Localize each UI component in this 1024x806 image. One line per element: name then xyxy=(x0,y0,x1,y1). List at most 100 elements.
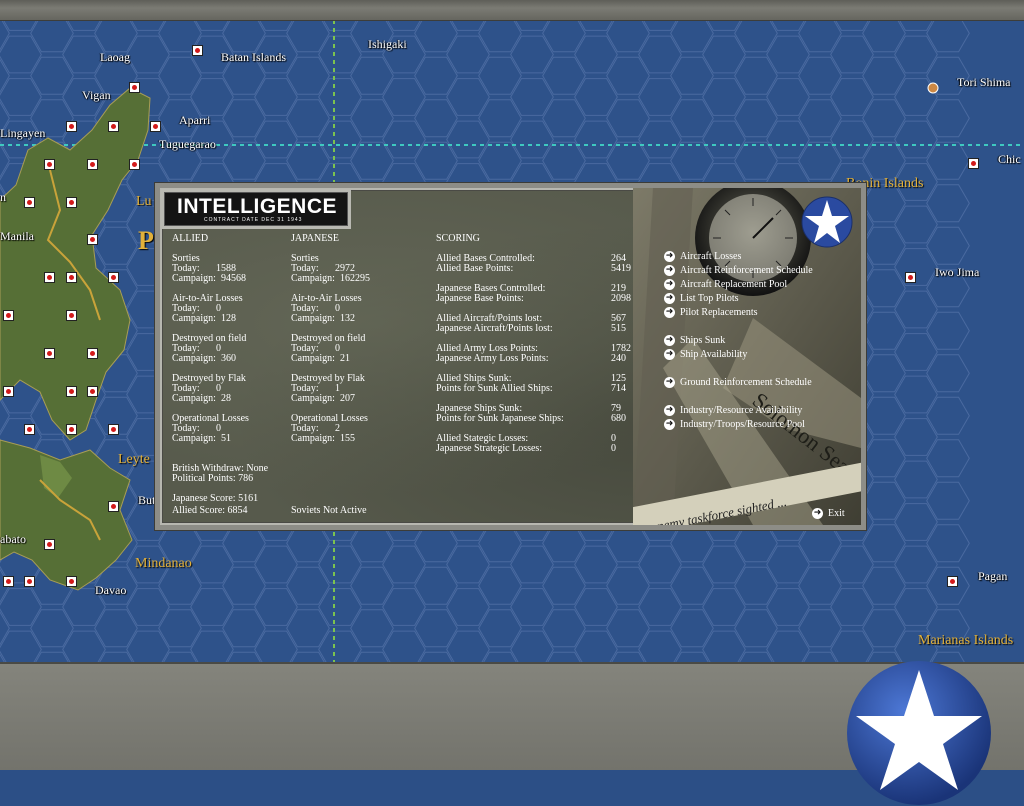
star-roundel-icon xyxy=(801,196,853,248)
base-marker-icon[interactable] xyxy=(87,386,98,397)
menu-industry-troops-resource-pool[interactable]: ➜ Industry/Troops/Resource Pool xyxy=(664,419,805,431)
base-marker-icon[interactable] xyxy=(44,159,55,170)
base-marker-icon[interactable] xyxy=(108,424,119,435)
base-marker-icon[interactable] xyxy=(968,158,979,169)
scoring-label: Japanese Army Loss Points: xyxy=(436,353,549,364)
arrow-right-icon: ➜ xyxy=(664,419,675,430)
base-marker-icon[interactable] xyxy=(24,197,35,208)
town-label-iwo-jima: Iwo Jima xyxy=(935,265,980,279)
scoring-value: 680 xyxy=(611,413,626,424)
arrow-right-icon: ➜ xyxy=(664,349,675,360)
town-label-vigan: Vigan xyxy=(82,88,111,102)
base-marker-icon[interactable] xyxy=(129,159,140,170)
town-label-laoag: Laoag xyxy=(100,50,130,64)
top-toolbar xyxy=(0,0,1024,21)
menu-ground-reinforcement-schedule[interactable]: ➜ Ground Reinforcement Schedule xyxy=(664,377,812,389)
mindanao-land xyxy=(0,439,133,591)
base-marker-icon[interactable] xyxy=(66,310,77,321)
base-marker-icon[interactable] xyxy=(66,576,77,587)
region-label-mindanao: Mindanao xyxy=(135,556,192,571)
scoring-label: Allied Base Points: xyxy=(436,263,514,274)
base-marker-icon[interactable] xyxy=(44,539,55,550)
arrow-right-icon: ➜ xyxy=(664,377,675,388)
volcano-icon xyxy=(927,82,939,94)
base-marker-icon[interactable] xyxy=(947,576,958,587)
title-plate: INTELLIGENCE CONTRACT DATE DEC 31 1943 xyxy=(161,189,351,229)
base-marker-icon[interactable] xyxy=(66,386,77,397)
region-label-marianas-islands: Marianas Islands xyxy=(918,633,1014,648)
arrow-right-icon: ➜ xyxy=(664,279,675,290)
region-label-philippines-partial: P xyxy=(138,226,154,255)
political-points: Political Points: 786 xyxy=(172,473,254,484)
town-label-lingayen: Lingayen xyxy=(0,126,46,140)
arrow-right-icon: ➜ xyxy=(812,508,823,519)
scoring-label: Points for Sunk Allied Ships: xyxy=(436,383,553,394)
dialog-title: INTELLIGENCE xyxy=(177,195,338,218)
contract-date: CONTRACT DATE DEC 31 1943 xyxy=(204,217,303,223)
base-marker-icon[interactable] xyxy=(108,121,119,132)
intelligence-dialog: Solomon Sea ... enemy taskforce sighted … xyxy=(155,183,866,530)
base-marker-icon[interactable] xyxy=(44,272,55,283)
scoring-value: 0 xyxy=(611,443,616,454)
town-label-partial: n xyxy=(0,190,6,204)
region-label-leyte: Leyte xyxy=(118,452,150,467)
base-marker-icon[interactable] xyxy=(24,576,35,587)
base-marker-icon[interactable] xyxy=(87,234,98,245)
town-label-luzon-partial: Lu xyxy=(136,194,152,209)
scoring-header: SCORING xyxy=(436,233,480,244)
base-marker-icon[interactable] xyxy=(108,501,119,512)
base-marker-icon[interactable] xyxy=(24,424,35,435)
arrow-right-icon: ➜ xyxy=(664,405,675,416)
menu-aircraft-replacement-pool[interactable]: ➜ Aircraft Replacement Pool xyxy=(664,279,787,291)
menu-ships-sunk[interactable]: ➜ Ships Sunk xyxy=(664,335,725,347)
base-marker-icon[interactable] xyxy=(87,348,98,359)
base-marker-icon[interactable] xyxy=(3,576,14,587)
allied-score: Allied Score: 6854 xyxy=(172,505,248,516)
town-label-manila: Manila xyxy=(0,229,34,243)
town-label-batan-islands: Batan Islands xyxy=(221,50,286,64)
japanese-header: JAPANESE xyxy=(291,233,339,244)
town-label-ishigaki: Ishigaki xyxy=(368,37,407,51)
base-marker-icon[interactable] xyxy=(192,45,203,56)
base-marker-icon[interactable] xyxy=(44,348,55,359)
town-label-cotabato: abato xyxy=(0,532,26,546)
base-marker-icon[interactable] xyxy=(3,386,14,397)
scoring-label: Japanese Base Points: xyxy=(436,293,524,304)
base-marker-icon[interactable] xyxy=(129,82,140,93)
scoring-value: 5419 xyxy=(611,263,631,274)
exit-button[interactable]: ➜ Exit xyxy=(812,508,845,520)
base-marker-icon[interactable] xyxy=(108,272,119,283)
arrow-right-icon: ➜ xyxy=(664,307,675,318)
us-star-roundel-icon xyxy=(847,661,991,805)
scoring-value: 714 xyxy=(611,383,626,394)
arrow-right-icon: ➜ xyxy=(664,293,675,304)
town-label-tori-shima: Tori Shima xyxy=(957,75,1011,89)
arrow-right-icon: ➜ xyxy=(664,265,675,276)
menu-aircraft-reinforcement-schedule[interactable]: ➜ Aircraft Reinforcement Schedule xyxy=(664,265,813,277)
base-marker-icon[interactable] xyxy=(905,272,916,283)
base-marker-icon[interactable] xyxy=(150,121,161,132)
base-marker-icon[interactable] xyxy=(3,310,14,321)
base-marker-icon[interactable] xyxy=(66,121,77,132)
menu-industry-resource-availability[interactable]: ➜ Industry/Resource Availability xyxy=(664,405,802,417)
town-label-tuguegarao: Tuguegarao xyxy=(159,137,216,151)
scoring-value: 2098 xyxy=(611,293,631,304)
base-marker-icon[interactable] xyxy=(66,197,77,208)
town-label-pagan: Pagan xyxy=(978,569,1008,583)
scoring-value: 515 xyxy=(611,323,626,334)
allied-header: ALLIED xyxy=(172,233,209,244)
menu-list-top-pilots[interactable]: ➜ List Top Pilots xyxy=(664,293,739,305)
base-marker-icon[interactable] xyxy=(66,424,77,435)
soviets-status: Soviets Not Active xyxy=(291,505,367,516)
town-label-davao: Davao xyxy=(95,583,127,597)
scoring-label: Japanese Strategic Losses: xyxy=(436,443,543,454)
town-label-chichi: Chic xyxy=(998,152,1021,166)
menu-pilot-replacements[interactable]: ➜ Pilot Replacements xyxy=(664,307,758,319)
base-marker-icon[interactable] xyxy=(66,272,77,283)
town-label-aparri: Aparri xyxy=(179,113,211,127)
menu-ship-availability[interactable]: ➜ Ship Availability xyxy=(664,349,747,361)
scoring-label: Japanese Aircraft/Points lost: xyxy=(436,323,553,334)
base-marker-icon[interactable] xyxy=(87,159,98,170)
arrow-right-icon: ➜ xyxy=(664,251,675,262)
menu-aircraft-losses[interactable]: ➜ Aircraft Losses xyxy=(664,251,741,263)
